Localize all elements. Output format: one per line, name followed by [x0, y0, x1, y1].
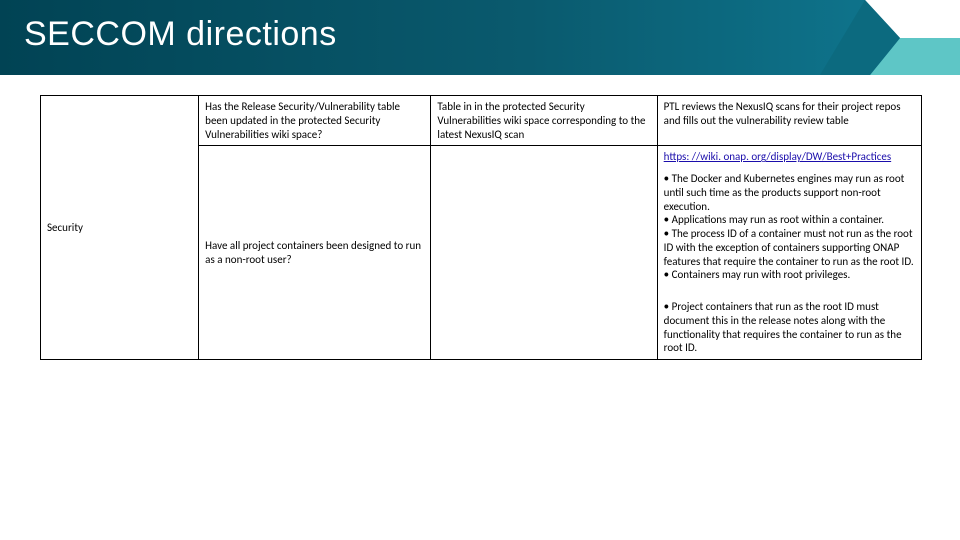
- header-decoration: [780, 0, 960, 75]
- slide-title: SECCOM directions: [24, 15, 337, 54]
- note-bullet: • Project containers that run as the roo…: [664, 300, 915, 355]
- table-row: Security Has the Release Security/Vulner…: [41, 96, 922, 146]
- note-bullet: • The process ID of a container must not…: [664, 227, 915, 268]
- note-bullet: • The Docker and Kubernetes engines may …: [664, 172, 915, 213]
- explanation-cell: [431, 146, 657, 360]
- best-practices-link[interactable]: https: //wiki. onap. org/display/DW/Best…: [664, 150, 891, 163]
- notes-cell: PTL reviews the NexusIQ scans for their …: [657, 96, 921, 146]
- notes-cell: https: //wiki. onap. org/display/DW/Best…: [657, 146, 921, 360]
- slide-header: SECCOM directions: [0, 0, 960, 75]
- question-cell: Have all project containers been designe…: [199, 146, 431, 360]
- content-table-wrap: Security Has the Release Security/Vulner…: [40, 95, 922, 360]
- note-text: PTL reviews the NexusIQ scans for their …: [664, 100, 915, 128]
- note-spacer: [664, 290, 915, 300]
- row-category: Security: [41, 96, 199, 360]
- note-bullet: • Applications may run as root within a …: [664, 213, 915, 227]
- explanation-cell: Table in in the protected Security Vulne…: [431, 96, 657, 146]
- note-bullet: • Containers may run with root privilege…: [664, 268, 915, 282]
- content-table: Security Has the Release Security/Vulner…: [40, 95, 922, 360]
- question-cell: Has the Release Security/Vulnerability t…: [199, 96, 431, 146]
